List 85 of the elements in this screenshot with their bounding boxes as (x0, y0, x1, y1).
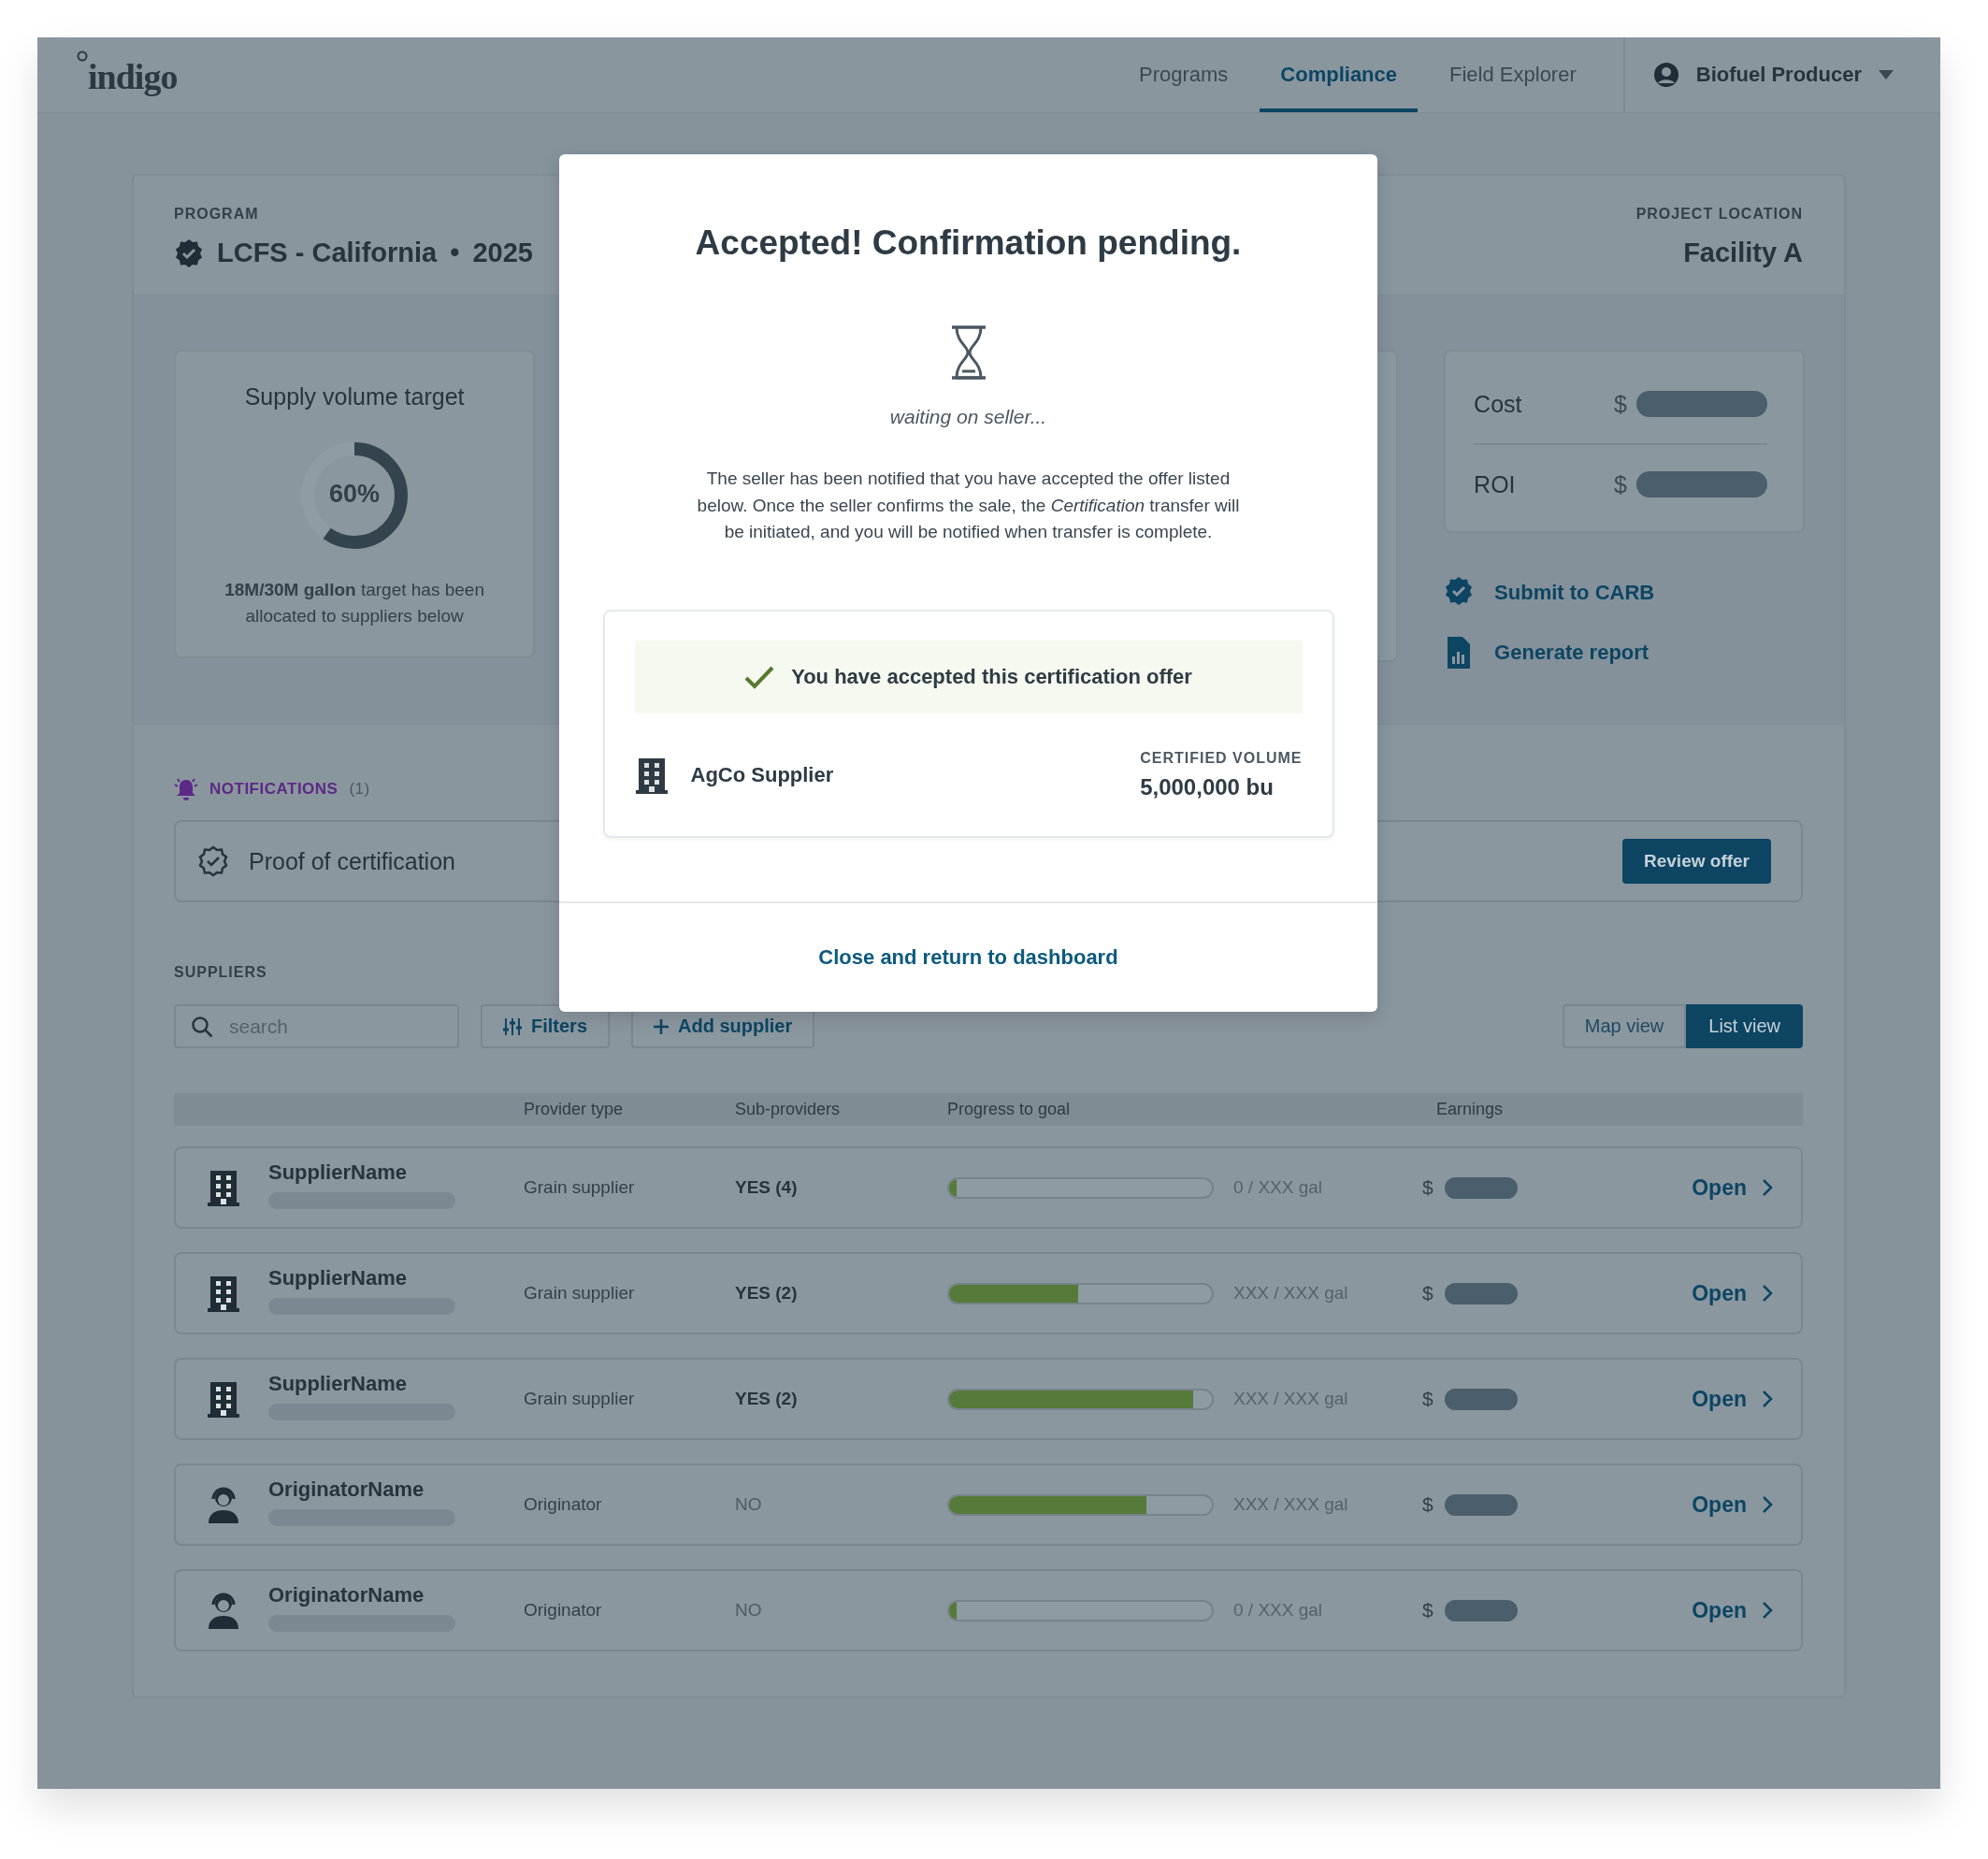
badge-check-icon (196, 844, 230, 878)
modal-message: The seller has been notified that you have accepted the offer listed below. Once the seller confirms the sale, the Certification transfer will be initiated, and you will be notified when transfer is complete. (696, 468, 1241, 543)
logo-ring-icon (77, 50, 88, 62)
checkmark-icon (744, 664, 775, 689)
table-cell-text: YES (2) (735, 1389, 799, 1409)
nav-tab[interactable]: Programs (1117, 37, 1249, 112)
verified-badge-icon (174, 238, 204, 268)
finance-label: ROI (1474, 470, 1517, 498)
volume-label: CERTIFIED VOLUME (1140, 749, 1303, 767)
table-cell-text: Originator (524, 1600, 603, 1621)
logo: indigo (88, 56, 178, 97)
plus-icon (654, 1018, 670, 1034)
notification-title: Proof of certification (249, 847, 455, 875)
currency-sign: $ (1422, 1493, 1433, 1516)
nav-tab[interactable]: Field Explorer (1429, 37, 1597, 112)
column-header: Progress to goal (947, 1100, 1072, 1119)
table-cell-text: NO (735, 1494, 763, 1515)
notifications-label: NOTIFICATIONS (209, 780, 339, 799)
supply-description: 18M/30M gallon target has been allocated to suppliers below (223, 579, 485, 627)
finance-label: Cost (1474, 390, 1523, 418)
user-avatar-icon (1652, 62, 1679, 88)
view-toggle-button[interactable]: Map view (1562, 1004, 1687, 1048)
program-label: PROGRAM (174, 206, 260, 223)
currency-sign: $ (1422, 1176, 1433, 1199)
chevron-right-icon (1762, 1178, 1773, 1197)
supplier-name: SupplierName (268, 1266, 408, 1290)
separator-dot: • (450, 238, 460, 268)
suppliers-label: SUPPLIERS (174, 964, 267, 980)
supplier-name: OriginatorName (268, 1583, 425, 1607)
donut-percent: 60% (328, 480, 382, 509)
card-title: Supply volume target (244, 383, 465, 411)
chevron-right-icon (1762, 1495, 1773, 1514)
view-toggle-button[interactable]: List view (1686, 1004, 1803, 1048)
volume-value: 5,000,000 bu (1140, 773, 1275, 800)
open-button[interactable]: Open (1692, 1386, 1773, 1412)
chevron-right-icon (1762, 1601, 1773, 1620)
table-cell-text: Grain supplier (524, 1177, 636, 1198)
table-cell-text: Grain supplier (524, 1389, 636, 1409)
sliders-icon (503, 1016, 522, 1036)
nav-tab[interactable]: Compliance (1260, 37, 1419, 112)
table-cell-text: Originator (524, 1494, 603, 1515)
table-cell-text: YES (2) (735, 1283, 799, 1304)
currency-sign: $ (1422, 1388, 1433, 1410)
supplier-name: SupplierName (268, 1160, 408, 1185)
column-header: Provider type (524, 1100, 625, 1119)
close-link[interactable]: Close and return to dashboard (818, 944, 1118, 970)
modal-title: Accepted! Confirmation pending. (695, 223, 1242, 263)
caret-icon (1879, 70, 1894, 79)
open-button[interactable]: Open (1692, 1597, 1773, 1623)
action-link[interactable]: Submit to CARB (1444, 576, 1805, 610)
supplier-name: OriginatorName (268, 1477, 425, 1502)
user-menu[interactable]: Biofuel Producer (1622, 37, 1940, 112)
currency-sign: $ (1422, 1599, 1433, 1621)
open-button[interactable]: Open (1692, 1492, 1773, 1518)
action-link[interactable]: Generate report (1444, 636, 1805, 670)
building-icon (634, 756, 669, 794)
location-label: PROJECT LOCATION (1635, 206, 1803, 223)
status-text: waiting on seller... (889, 406, 1047, 428)
location-name: Facility A (1683, 238, 1803, 268)
open-button[interactable]: Open (1692, 1174, 1773, 1201)
person-headset-icon (207, 1486, 240, 1523)
currency-sign: $ (1422, 1282, 1433, 1304)
filters-button[interactable]: Filters (481, 1004, 611, 1048)
program-year: 2025 (472, 238, 533, 268)
currency-sign: $ (1614, 470, 1627, 498)
column-header: Sub-providers (735, 1100, 842, 1119)
supplier-name: AgCo Supplier (690, 762, 834, 787)
column-header: Earnings (1435, 1100, 1505, 1119)
building-icon (207, 1169, 240, 1206)
review-offer-button[interactable]: Review offer (1622, 839, 1771, 884)
program-name: LCFS - California (217, 238, 438, 268)
person-headset-icon (207, 1592, 240, 1629)
table-cell-text: YES (4) (735, 1177, 799, 1198)
supplier-name: SupplierName (268, 1372, 408, 1396)
table-cell-text: Grain supplier (524, 1283, 636, 1304)
notification-count: (1) (349, 780, 370, 799)
building-icon (207, 1380, 240, 1418)
currency-sign: $ (1614, 390, 1627, 418)
building-icon (207, 1275, 240, 1312)
chevron-right-icon (1762, 1284, 1773, 1303)
open-button[interactable]: Open (1692, 1280, 1773, 1306)
chevron-right-icon (1762, 1390, 1773, 1408)
accepted-banner: You have accepted this certification offer (634, 640, 1303, 713)
bell-icon (174, 777, 198, 801)
table-cell-text: NO (735, 1600, 763, 1621)
